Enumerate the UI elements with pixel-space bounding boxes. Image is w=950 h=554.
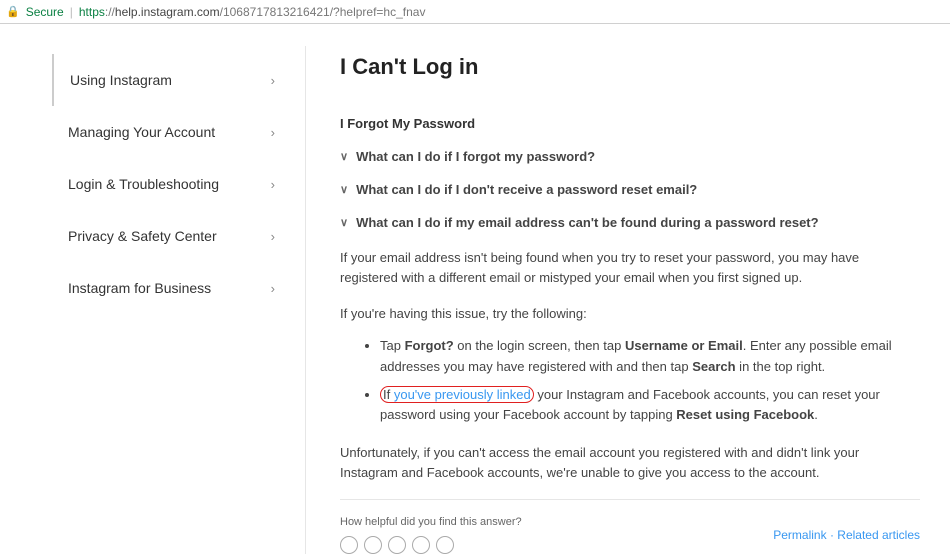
- browser-address-bar: 🔒 Secure | https://help.instagram.com/10…: [0, 0, 950, 24]
- main-article: I Can't Log in I Forgot My Password ∨ Wh…: [306, 46, 938, 554]
- chevron-right-icon: ›: [271, 73, 275, 88]
- annotation-circle: If you've previously linked: [380, 386, 534, 403]
- section-heading: I Forgot My Password: [340, 116, 920, 131]
- list-item: If you've previously linked your Instagr…: [380, 385, 920, 425]
- article-paragraph: Unfortunately, if you can't access the e…: [340, 443, 920, 483]
- accordion-label: What can I do if I forgot my password?: [356, 149, 595, 164]
- article-paragraph: If you're having this issue, try the fol…: [340, 304, 920, 324]
- steps-list: Tap Forgot? on the login screen, then ta…: [340, 336, 920, 425]
- related-articles-link[interactable]: Related articles: [837, 528, 920, 542]
- previously-linked-link[interactable]: you've previously linked: [394, 387, 531, 402]
- rating-faces: [340, 536, 522, 554]
- secure-label: Secure: [26, 5, 64, 19]
- sidebar-item-label: Using Instagram: [70, 72, 172, 88]
- accordion-no-reset-email[interactable]: ∨ What can I do if I don't receive a pas…: [340, 182, 920, 197]
- sidebar-nav: Using Instagram › Managing Your Account …: [52, 46, 306, 554]
- address-divider: |: [70, 5, 73, 19]
- page-content: Using Instagram › Managing Your Account …: [0, 24, 950, 554]
- sidebar-item-label: Instagram for Business: [68, 280, 211, 296]
- chevron-down-icon: ∨: [340, 183, 348, 196]
- accordion-label: What can I do if I don't receive a passw…: [356, 182, 697, 197]
- article-footer: How helpful did you find this answer? Pe…: [340, 499, 920, 554]
- chevron-right-icon: ›: [271, 177, 275, 192]
- chevron-down-icon: ∨: [340, 216, 348, 229]
- permalink-link[interactable]: Permalink: [773, 528, 826, 542]
- helpful-prompt: How helpful did you find this answer?: [340, 516, 522, 528]
- sidebar-item-managing-account[interactable]: Managing Your Account ›: [52, 106, 305, 158]
- page-title: I Can't Log in: [340, 54, 920, 80]
- url-display[interactable]: https://help.instagram.com/1068717813216…: [79, 5, 426, 19]
- sidebar-item-label: Managing Your Account: [68, 124, 215, 140]
- sidebar-item-using-instagram[interactable]: Using Instagram ›: [52, 54, 305, 106]
- accordion-forgot-password[interactable]: ∨ What can I do if I forgot my password?: [340, 149, 920, 164]
- accordion-label: What can I do if my email address can't …: [356, 215, 819, 230]
- sidebar-item-login-troubleshooting[interactable]: Login & Troubleshooting ›: [52, 158, 305, 210]
- chevron-right-icon: ›: [271, 229, 275, 244]
- accordion-email-not-found[interactable]: ∨ What can I do if my email address can'…: [340, 215, 920, 230]
- rating-face-icon[interactable]: [412, 536, 430, 554]
- sidebar-item-label: Login & Troubleshooting: [68, 176, 219, 192]
- lock-icon: 🔒: [6, 5, 20, 18]
- chevron-down-icon: ∨: [340, 150, 348, 163]
- sidebar-item-privacy-safety[interactable]: Privacy & Safety Center ›: [52, 210, 305, 262]
- sidebar-item-instagram-business[interactable]: Instagram for Business ›: [52, 262, 305, 314]
- chevron-right-icon: ›: [271, 281, 275, 296]
- rating-face-icon[interactable]: [340, 536, 358, 554]
- chevron-right-icon: ›: [271, 125, 275, 140]
- rating-face-icon[interactable]: [388, 536, 406, 554]
- rating-face-icon[interactable]: [436, 536, 454, 554]
- sidebar-item-label: Privacy & Safety Center: [68, 228, 217, 244]
- footer-links: Permalink · Related articles: [773, 528, 920, 542]
- article-paragraph: If your email address isn't being found …: [340, 248, 920, 288]
- rating-face-icon[interactable]: [364, 536, 382, 554]
- list-item: Tap Forgot? on the login screen, then ta…: [380, 336, 920, 376]
